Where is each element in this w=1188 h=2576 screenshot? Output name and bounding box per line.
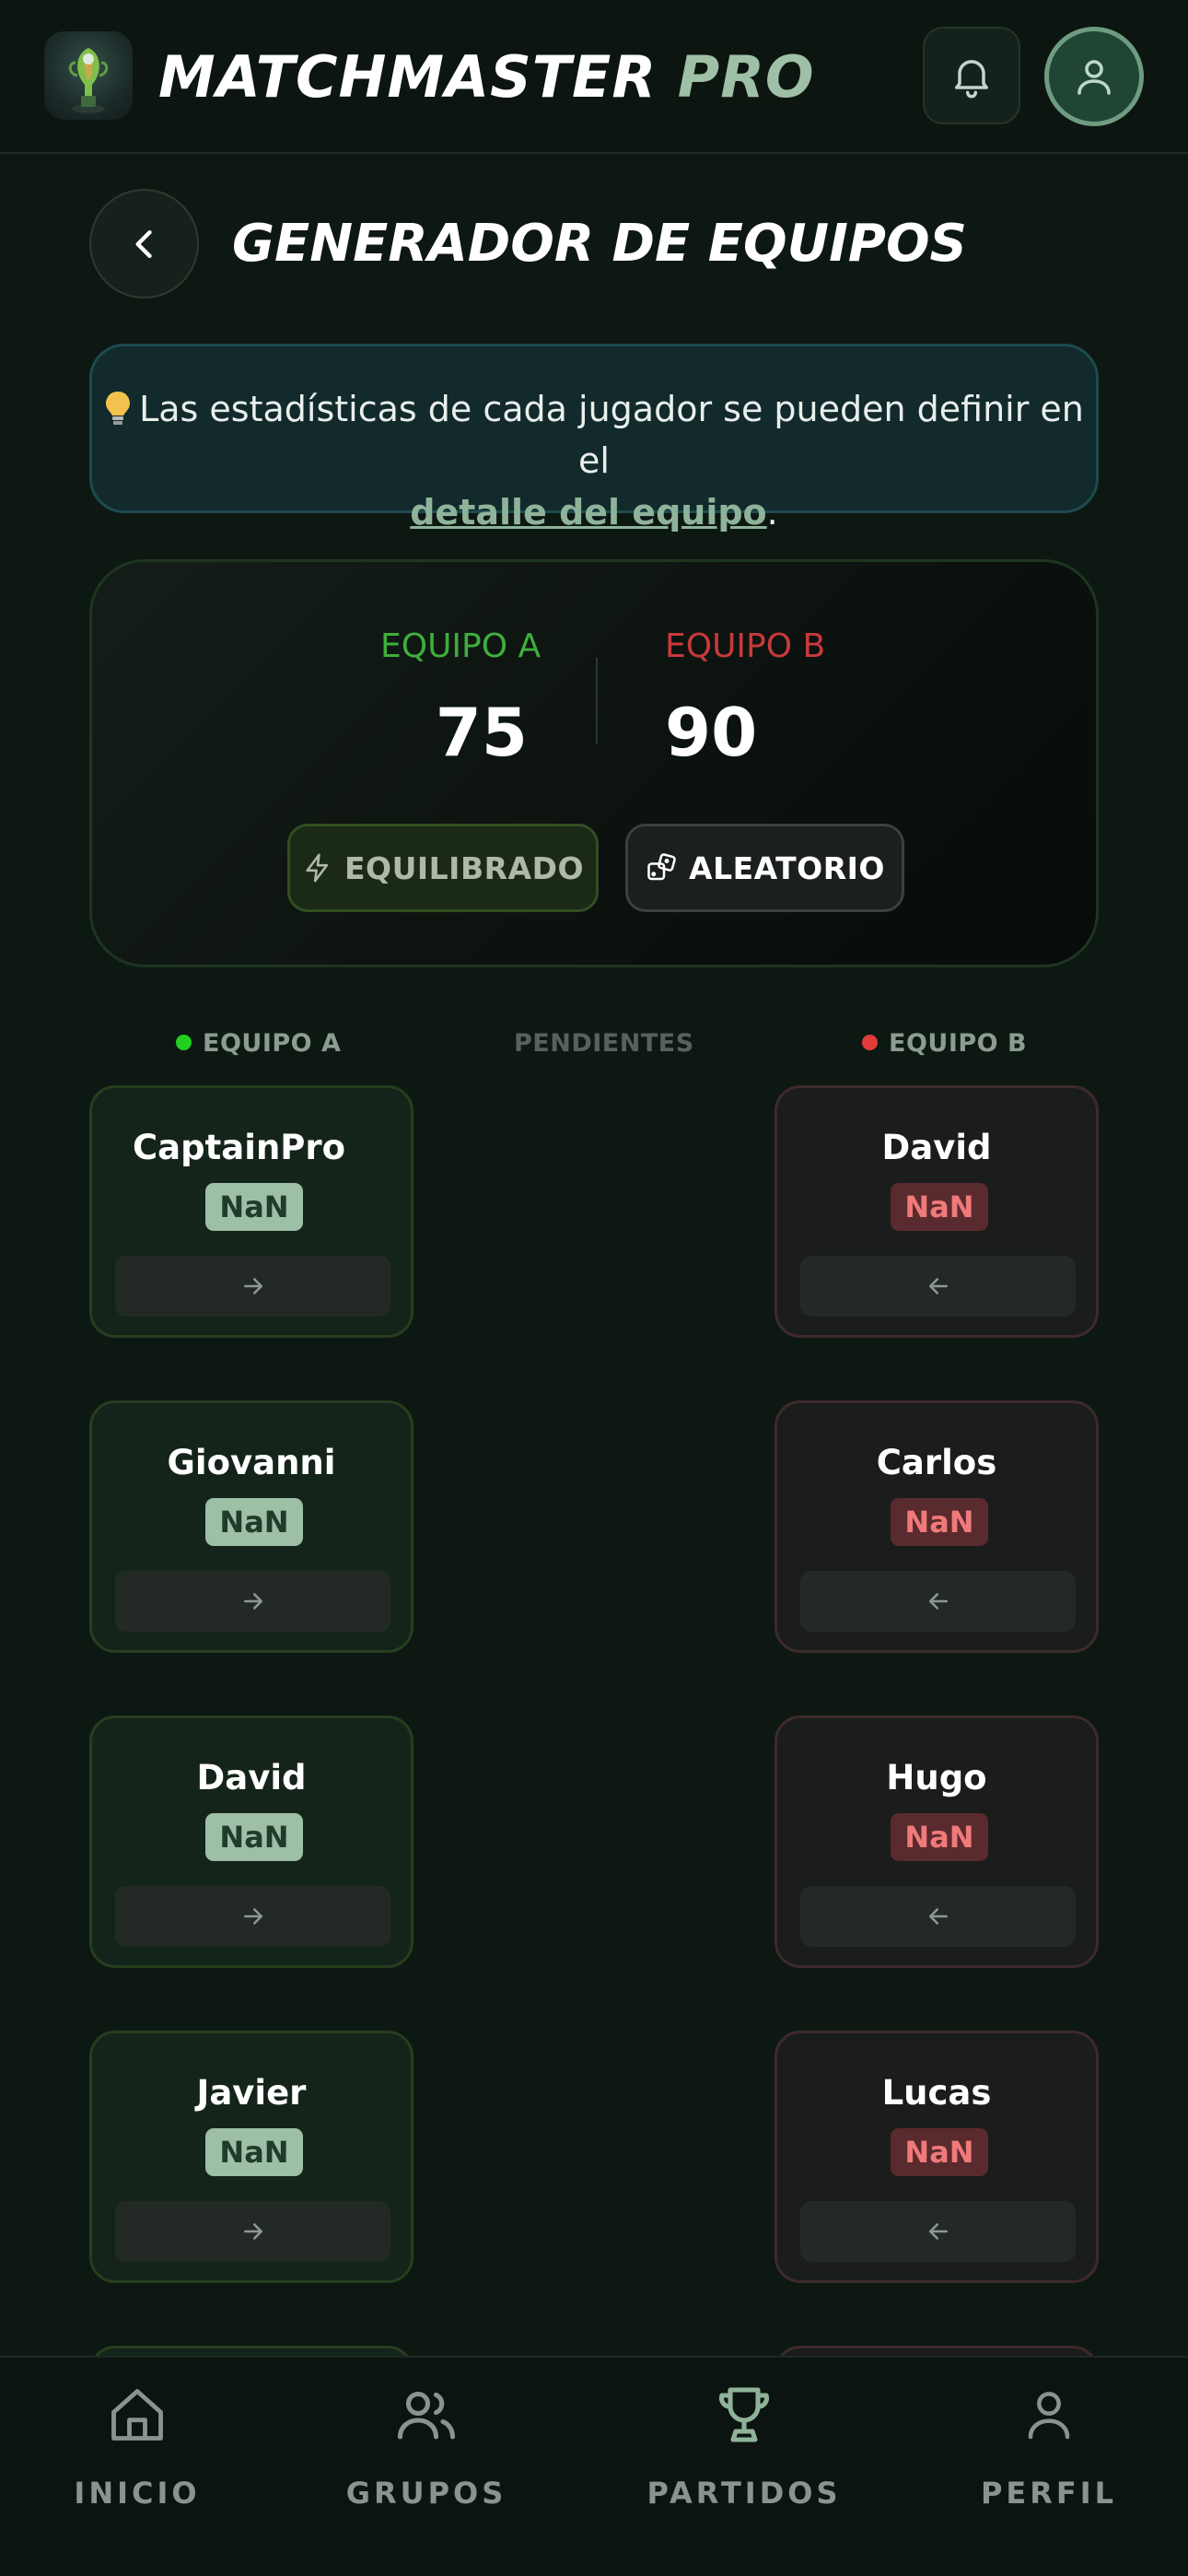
player-name: Carlos — [876, 1443, 997, 1482]
balanced-button[interactable]: EQUILIBRADO — [287, 824, 599, 912]
arrow-right-icon — [243, 1593, 262, 1610]
column-header-pending: PENDIENTES — [514, 1029, 694, 1058]
arrow-right-icon — [243, 1278, 262, 1294]
trophy-icon — [707, 2378, 781, 2452]
move-to-team-b-button[interactable] — [115, 1256, 390, 1317]
team-b-dot — [862, 1035, 878, 1050]
lightbulb-icon — [106, 392, 131, 425]
team-a-player-card[interactable]: Javier NaN — [89, 2031, 413, 2283]
team-b-player-card[interactable]: Lucas NaN — [775, 2031, 1099, 2283]
column-team-b-label: EQUIPO B — [889, 1029, 1028, 1058]
nav-label-grupos: GRUPOS — [345, 2476, 507, 2511]
nav-label-inicio: INICIO — [74, 2476, 201, 2511]
chevron-left-icon — [134, 229, 152, 258]
player-name: David — [881, 1128, 992, 1167]
nav-item-partidos[interactable]: PARTIDOS — [634, 2358, 855, 2576]
rating-badge: NaN — [891, 1498, 988, 1546]
rating-badge: NaN — [891, 2128, 988, 2176]
player-name-text: CaptainPro — [133, 1128, 346, 1167]
move-to-team-b-button[interactable] — [115, 1886, 390, 1947]
player-name: Giovanni — [167, 1443, 336, 1482]
user-icon — [1077, 60, 1111, 95]
team-detail-link[interactable]: detalle del equipo — [410, 492, 766, 533]
team-b-score: 90 — [665, 694, 758, 771]
arrow-left-icon — [928, 1593, 948, 1610]
info-banner: Las estadísticas de cada jugador se pued… — [89, 344, 1099, 533]
user-icon — [1012, 2378, 1086, 2452]
column-header-team-a: EQUIPO A — [176, 1027, 341, 1060]
rating-badge: NaN — [891, 1813, 988, 1861]
team-generator-screen: MATCHMASTER PRO GENERADOR DE EQUIPOS Las… — [0, 0, 1188, 2576]
users-icon — [390, 2378, 463, 2452]
player-name: Javier — [196, 2073, 307, 2113]
info-suffix: . — [766, 492, 778, 533]
random-label: ALEATORIO — [689, 849, 885, 886]
team-a-player-card[interactable]: David NaN — [89, 1715, 413, 1968]
bottom-navigation: INICIO GRUPOS PARTIDOS PERFIL — [0, 2356, 1188, 2576]
move-to-team-a-button[interactable] — [800, 1571, 1076, 1632]
move-to-team-b-button[interactable] — [115, 2201, 390, 2262]
nav-label-perfil: PERFIL — [980, 2476, 1118, 2511]
arrow-left-icon — [928, 2223, 948, 2240]
rating-badge: NaN — [205, 1498, 303, 1546]
rating-badge: NaN — [205, 1183, 303, 1231]
rating-badge: NaN — [891, 1183, 988, 1231]
team-a-player-card[interactable]: CaptainPro NaN — [89, 1085, 413, 1338]
team-a-dot — [176, 1035, 192, 1050]
score-divider — [596, 658, 598, 744]
player-name: David — [196, 1758, 307, 1797]
move-to-team-a-button[interactable] — [800, 2201, 1076, 2262]
page-title: GENERADOR DE EQUIPOS — [232, 214, 967, 274]
team-a-player-card[interactable]: Giovanni NaN — [89, 1400, 413, 1653]
column-header-team-b: EQUIPO B — [862, 1027, 1027, 1060]
move-to-team-b-button[interactable] — [115, 1571, 390, 1632]
team-b-label: EQUIPO B — [665, 627, 826, 665]
arrow-right-icon — [243, 1908, 262, 1925]
nav-label-partidos: PARTIDOS — [646, 2476, 842, 2511]
home-icon — [100, 2378, 174, 2452]
player-name: Lucas — [881, 2073, 992, 2113]
bell-icon — [955, 60, 988, 99]
move-to-team-a-button[interactable] — [800, 1886, 1076, 1947]
profile-avatar-button[interactable] — [1044, 27, 1144, 126]
rating-badge: NaN — [205, 1813, 303, 1861]
random-button[interactable]: ALEATORIO — [625, 824, 904, 912]
trophy-logo-icon[interactable] — [44, 31, 133, 120]
brand-title: MATCHMASTER PRO — [158, 42, 815, 112]
nav-item-inicio[interactable]: INICIO — [27, 2358, 248, 2576]
app-header: MATCHMASTER PRO — [0, 0, 1188, 154]
arrow-right-icon — [243, 2223, 262, 2240]
back-button[interactable] — [89, 189, 199, 299]
team-b-player-card[interactable]: Carlos NaN — [775, 1400, 1099, 1653]
balanced-label: EQUILIBRADO — [344, 849, 585, 886]
player-name: CaptainPro — [92, 1125, 411, 1171]
nav-item-grupos[interactable]: GRUPOS — [316, 2358, 537, 2576]
team-b-player-card[interactable]: David NaN — [775, 1085, 1099, 1338]
dice-icon — [647, 853, 676, 881]
arrow-left-icon — [928, 1908, 948, 1925]
nav-item-perfil[interactable]: PERFIL — [938, 2358, 1159, 2576]
notifications-button[interactable] — [923, 27, 1020, 124]
rating-badge: NaN — [205, 2128, 303, 2176]
team-b-player-card[interactable]: Hugo NaN — [775, 1715, 1099, 1968]
score-panel: EQUIPO A EQUIPO B 75 90 EQUILIBRADO ALEA… — [89, 559, 1099, 967]
arrow-left-icon — [928, 1278, 948, 1294]
column-team-a-label: EQUIPO A — [203, 1029, 342, 1058]
move-to-team-a-button[interactable] — [800, 1256, 1076, 1317]
lightning-icon — [306, 853, 329, 883]
team-a-label: EQUIPO A — [380, 627, 542, 665]
info-text: Las estadísticas de cada jugador se pued… — [139, 389, 1084, 481]
team-a-score: 75 — [435, 694, 528, 771]
brand-main: MATCHMASTER — [158, 43, 658, 111]
brand-accent: PRO — [677, 43, 815, 111]
player-name: Hugo — [886, 1758, 987, 1797]
